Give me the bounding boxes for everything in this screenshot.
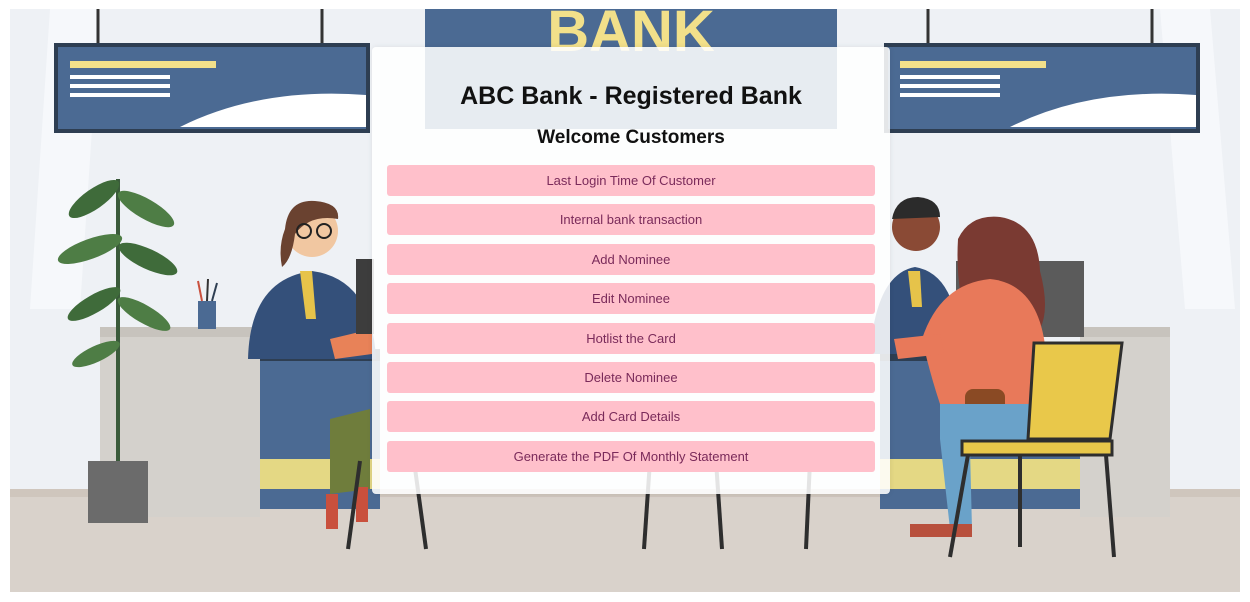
menu-list: Last Login Time Of Customer Internal ban… (387, 165, 875, 472)
customer-menu-panel: ABC Bank - Registered Bank Welcome Custo… (372, 47, 890, 494)
page-subtitle: Welcome Customers (537, 127, 725, 148)
edit-nominee-button[interactable]: Edit Nominee (387, 283, 875, 315)
internal-bank-transaction-button[interactable]: Internal bank transaction (387, 204, 875, 236)
hotlist-card-button[interactable]: Hotlist the Card (387, 322, 875, 354)
delete-nominee-button[interactable]: Delete Nominee (387, 361, 875, 393)
add-nominee-button[interactable]: Add Nominee (387, 243, 875, 275)
last-login-time-button[interactable]: Last Login Time Of Customer (387, 165, 875, 196)
generate-pdf-statement-button[interactable]: Generate the PDF Of Monthly Statement (387, 440, 875, 472)
add-card-details-button[interactable]: Add Card Details (387, 401, 875, 433)
bank-page: BANK ABC Bank - Registered Bank Welcome … (10, 9, 1240, 592)
page-title: ABC Bank - Registered Bank (460, 82, 802, 110)
